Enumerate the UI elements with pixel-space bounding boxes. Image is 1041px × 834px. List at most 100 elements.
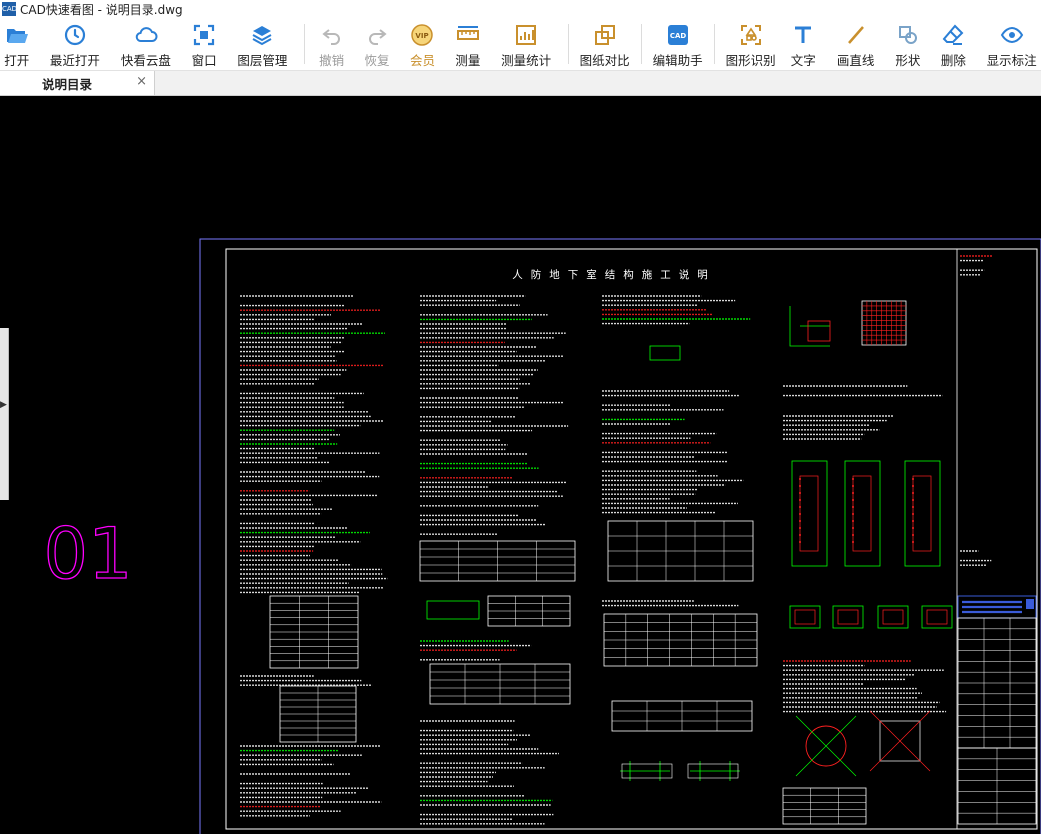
column-section bbox=[904, 460, 941, 567]
layer-manager-label: 图层管理 bbox=[237, 53, 288, 68]
detail-table bbox=[782, 787, 867, 825]
opening-detail bbox=[795, 715, 857, 777]
notes-column-3 bbox=[602, 295, 758, 781]
rebar-dot bbox=[852, 478, 854, 480]
rebar-dot bbox=[852, 527, 854, 529]
side-panel-handle[interactable]: ▶ bbox=[0, 328, 9, 500]
toolbar-divider bbox=[303, 24, 305, 64]
compare-label: 图纸对比 bbox=[579, 53, 630, 68]
rebar-dot bbox=[852, 485, 854, 487]
edit-assistant-button[interactable]: CAD 编辑助手 bbox=[653, 18, 703, 70]
rebar-dot bbox=[912, 478, 914, 480]
shapes-button[interactable]: 形状 bbox=[891, 18, 924, 70]
shapes-label: 形状 bbox=[895, 53, 921, 68]
tab-close-icon[interactable]: × bbox=[136, 74, 147, 89]
redo-label: 恢复 bbox=[364, 53, 390, 68]
shapes-icon bbox=[898, 26, 917, 44]
eye-icon bbox=[1000, 26, 1023, 44]
member-label: 会员 bbox=[409, 53, 435, 68]
rebar-dot bbox=[912, 499, 914, 501]
rebar-dot bbox=[912, 506, 914, 508]
layers-icon bbox=[252, 26, 272, 46]
detail-drawings bbox=[782, 300, 953, 825]
beam-section bbox=[832, 605, 864, 629]
measure-stats-button[interactable]: 测量统计 bbox=[497, 18, 556, 70]
edit-assistant-icon: CAD bbox=[667, 25, 688, 45]
vip-badge-icon: VIP bbox=[411, 24, 434, 46]
company-logo bbox=[1026, 599, 1034, 609]
rebar-dot bbox=[912, 527, 914, 529]
sheet-label: 01 bbox=[43, 513, 132, 595]
drawing-sheet[interactable]: 01 人防地下室结构施工说明 bbox=[0, 96, 1041, 834]
recent-button[interactable]: 最近打开 bbox=[45, 18, 104, 70]
rebar-dot bbox=[852, 534, 854, 536]
beam-rebar bbox=[794, 609, 816, 625]
eraser-icon bbox=[943, 24, 964, 45]
rebar-dot bbox=[912, 492, 914, 494]
rebar-dot bbox=[799, 478, 801, 480]
show-annotation-label: 显示标注 bbox=[986, 53, 1037, 68]
rebar-dot bbox=[852, 541, 854, 543]
delete-button[interactable]: 删除 bbox=[937, 18, 970, 70]
rebar-dot bbox=[852, 513, 854, 515]
recent-label: 最近打开 bbox=[49, 53, 100, 68]
undo-label: 撤销 bbox=[319, 53, 345, 68]
delete-label: 删除 bbox=[940, 53, 966, 68]
member-button[interactable]: VIP 会员 bbox=[406, 18, 439, 70]
section-sketch bbox=[426, 600, 480, 620]
cloud-drive-label: 快看云盘 bbox=[120, 53, 171, 68]
beam-rebar bbox=[837, 609, 859, 625]
app-logo-icon: CAD bbox=[2, 2, 17, 16]
cloud-drive-button[interactable]: 快看云盘 bbox=[116, 18, 175, 70]
title-bar: CAD CAD快速看图 - 说明目录.dwg bbox=[0, 0, 1041, 18]
drawing-canvas[interactable]: 01 人防地下室结构施工说明 ▶ bbox=[0, 96, 1041, 834]
edit-badge-text: CAD bbox=[669, 32, 686, 40]
beam-rebar bbox=[926, 609, 948, 625]
cloud-icon bbox=[135, 27, 158, 42]
tab-bar: 说明目录 × bbox=[0, 71, 1041, 96]
outer-frame bbox=[199, 238, 1041, 834]
undo-button[interactable]: 撤销 bbox=[315, 18, 348, 70]
beam-section bbox=[921, 605, 953, 629]
rebar-dot bbox=[799, 541, 801, 543]
compare-button[interactable]: 图纸对比 bbox=[579, 18, 630, 70]
notes-column-1 bbox=[240, 295, 388, 817]
beam-section bbox=[877, 605, 909, 629]
section-sketch bbox=[789, 306, 830, 347]
expand-arrow-icon: ▶ bbox=[0, 400, 7, 410]
window-label: 窗口 bbox=[191, 53, 217, 68]
draw-line-button[interactable]: 画直线 bbox=[832, 18, 879, 70]
redo-button[interactable]: 恢复 bbox=[360, 18, 393, 70]
rebar-dot bbox=[799, 513, 801, 515]
grid-detail bbox=[861, 300, 907, 346]
column-rebar bbox=[799, 475, 819, 552]
column-rebar bbox=[852, 475, 872, 552]
undo-icon bbox=[321, 29, 340, 45]
rebar-dot bbox=[799, 520, 801, 522]
measure-label: 测量 bbox=[455, 53, 481, 68]
rebar-dot bbox=[912, 541, 914, 543]
clock-history-icon bbox=[64, 24, 86, 46]
beam-section bbox=[789, 605, 821, 629]
toolbar-divider bbox=[640, 24, 642, 64]
window-title: CAD快速看图 - 说明目录.dwg bbox=[20, 2, 183, 17]
rebar-dot bbox=[852, 499, 854, 501]
show-annotation-button[interactable]: 显示标注 bbox=[982, 18, 1041, 70]
toolbar-divider bbox=[567, 24, 569, 64]
draw-line-label: 画直线 bbox=[836, 53, 875, 68]
open-button[interactable]: 打开 bbox=[0, 18, 33, 70]
column-rebar bbox=[912, 475, 932, 552]
measure-button[interactable]: 测量 bbox=[451, 18, 484, 70]
beam-rebar bbox=[882, 609, 904, 625]
text-button[interactable]: 文字 bbox=[787, 18, 820, 70]
rebar-dot bbox=[912, 513, 914, 515]
column-section bbox=[844, 460, 881, 567]
shape-recognize-button[interactable]: 图形识别 bbox=[726, 18, 776, 70]
measure-stats-icon bbox=[516, 25, 537, 45]
notes-column-2 bbox=[419, 295, 576, 825]
redo-icon bbox=[369, 29, 387, 45]
tab-drawing-index[interactable]: 说明目录 × bbox=[0, 71, 155, 95]
window-button[interactable]: 窗口 bbox=[187, 18, 220, 70]
opening-detail bbox=[869, 710, 931, 772]
layer-manager-button[interactable]: 图层管理 bbox=[233, 18, 292, 70]
